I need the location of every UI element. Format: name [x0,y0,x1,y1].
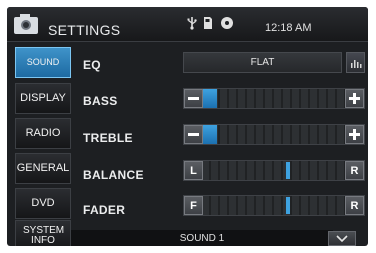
bass-increase-button[interactable] [345,89,364,108]
sidebar-item-label: RADIO [25,127,61,139]
camera-icon [14,14,38,34]
eq-settings-button[interactable] [346,52,365,73]
sidebar-item-general[interactable]: GENERAL [15,153,71,184]
balance-slider[interactable] [183,160,365,181]
sidebar-item-label: GENERAL [16,162,70,174]
treble-decrease-button[interactable] [184,125,203,144]
settings-screen: SETTINGS 12:18 AM SOUND DISPLAY RADIO GE… [7,7,368,246]
sidebar-item-sound[interactable]: SOUND [15,47,71,78]
eq-preset-selector[interactable]: FLAT [183,52,342,73]
balance-position-marker[interactable] [286,162,290,179]
sidebar-item-label: DVD [31,197,55,209]
sidebar-item-label: DISPLAY [20,92,66,104]
treble-increase-button[interactable] [345,125,364,144]
treble-level-fill [203,125,217,144]
usb-icon [187,17,197,30]
bass-label: BASS [83,94,118,108]
plus-icon [349,129,360,140]
fader-position-marker[interactable] [286,197,290,214]
clock: 12:18 AM [265,22,312,34]
fader-front-button[interactable]: F [184,196,203,215]
fader-label: FADER [83,203,126,217]
sound-preset-label: SOUND 1 [179,232,225,244]
bass-level-fill [203,89,217,108]
balance-right-button[interactable]: R [345,161,364,180]
sd-card-icon [204,17,212,29]
balance-label: BALANCE [83,168,144,182]
sound-preset-bar[interactable]: SOUND 1 [71,230,333,246]
fader-rear-button[interactable]: R [345,196,364,215]
eq-label: EQ [83,58,101,72]
bass-decrease-button[interactable] [184,89,203,108]
eq-preset-value: FLAT [250,57,275,68]
minus-icon [188,97,199,100]
minus-icon [188,133,199,136]
sidebar-item-system-info[interactable]: SYSTEM INFO [15,220,71,246]
balance-left-button[interactable]: L [184,161,203,180]
treble-label: TREBLE [83,131,133,145]
page-title: SETTINGS [48,22,121,38]
sidebar-item-label: SYSTEM INFO [23,225,65,246]
sidebar-item-dvd[interactable]: DVD [15,188,71,219]
sidebar-item-label: SOUND [26,57,60,67]
sidebar-item-radio[interactable]: RADIO [15,118,71,149]
sidebar-item-display[interactable]: DISPLAY [15,83,71,114]
disc-icon [221,17,233,29]
eq-icon [351,60,362,68]
fader-slider[interactable] [183,195,365,216]
plus-icon [349,93,360,104]
header-bar: SETTINGS 12:18 AM [7,7,368,42]
preset-dropdown-button[interactable] [328,231,356,246]
chevron-down-icon [336,235,348,243]
